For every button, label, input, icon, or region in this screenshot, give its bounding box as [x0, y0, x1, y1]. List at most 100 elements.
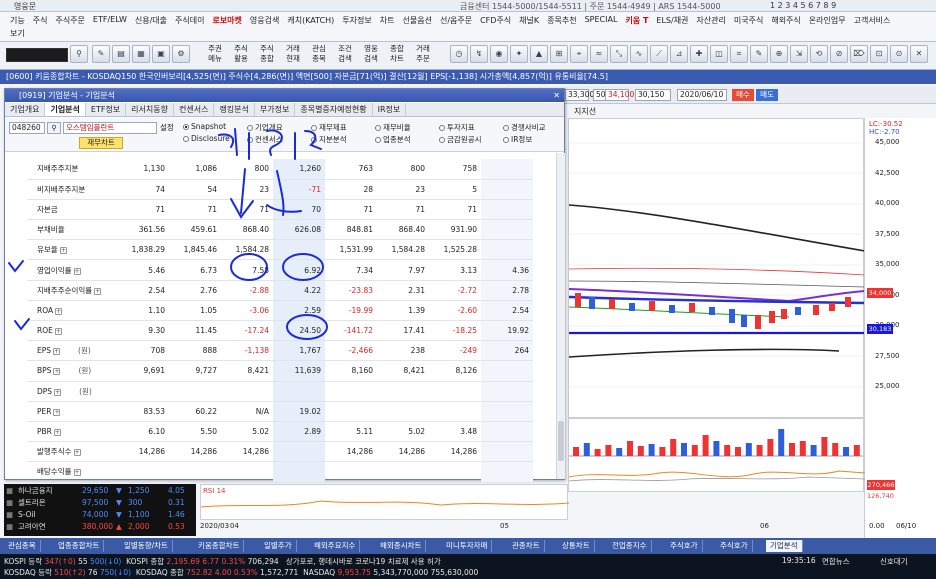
menu-item[interactable]: 투자정보: [338, 15, 375, 26]
toolbar-shortcut-button[interactable]: 종합 차트: [386, 44, 408, 66]
toolbar-shortcut-button[interactable]: 조건 검색: [334, 44, 356, 66]
indicator-chart[interactable]: [568, 456, 866, 492]
kospi-flat: 55: [78, 557, 88, 566]
chart-tool-icon[interactable]: ⟋: [650, 45, 668, 63]
candle: [669, 305, 675, 313]
menu-item[interactable]: 캐치(KATCH): [283, 15, 338, 26]
menu-item[interactable]: 기능: [6, 15, 29, 26]
main-toolbar: ⚲ ✎ ▤ ▦ ▣ ⚙ 주권 메뉴 주식 활용 주식 종합 거래 현재 관심 종목 조건 …: [0, 42, 936, 70]
taskbar-item[interactable]: 해외주요지수: [310, 540, 361, 552]
menu-item[interactable]: 자산관리: [692, 15, 729, 26]
menu-item[interactable]: 주식데이: [171, 15, 208, 26]
chart-tool-icon[interactable]: ✚: [690, 45, 708, 63]
taskbar-item[interactable]: 관종차트: [508, 540, 545, 552]
chart-tool-icon[interactable]: ⊞: [550, 45, 568, 63]
rsi-chart[interactable]: RSI 14: [200, 484, 570, 520]
price-c-field[interactable]: 30,150: [635, 89, 671, 101]
menu-item[interactable]: CFD주식: [476, 15, 515, 26]
price-a-field[interactable]: 33,300: [565, 89, 594, 101]
menu-item[interactable]: 채널K: [515, 15, 543, 26]
taskbar-item[interactable]: 주식호가: [666, 540, 703, 552]
chart-tool-icon[interactable]: ⊙: [890, 45, 908, 63]
ticker-row[interactable]: ■ 하나금융지 29,650 ▼ 1,250 4.05: [4, 486, 196, 496]
menu-item[interactable]: 신용/대출: [131, 15, 171, 26]
sell-button[interactable]: 매도: [756, 89, 778, 101]
ticker-name: 고려아연: [18, 522, 46, 531]
chart-tool-icon[interactable]: ⤡: [610, 45, 628, 63]
news-feed[interactable]: 연합뉴스: [822, 556, 850, 567]
toolbar-shortcut-button[interactable]: 주식 종합: [256, 44, 278, 66]
buy-button[interactable]: 매수: [732, 89, 754, 101]
quick-search-input[interactable]: [6, 48, 68, 62]
menu-item[interactable]: 주식: [29, 15, 52, 26]
taskbar-item[interactable]: 상통차트: [558, 540, 595, 552]
news-ticker[interactable]: 상가포로, 행데시바로 코로나19 치료제 사용 허가: [286, 557, 441, 566]
menu-item[interactable]: 고객서비스: [850, 15, 895, 26]
menu-item[interactable]: 키움 T: [621, 15, 652, 26]
chart-tool-icon[interactable]: ⌦: [850, 45, 868, 63]
menu-item[interactable]: 영웅검색: [246, 15, 283, 26]
ticker-row[interactable]: ■ 고려아연 380,000 ▲ 2,000 0.53: [4, 522, 196, 532]
menu-item[interactable]: 해외주식: [767, 15, 804, 26]
chart-tool-icon[interactable]: ⟲: [810, 45, 828, 63]
chart-tool-icon[interactable]: ✎: [750, 45, 768, 63]
chart-tool-icon[interactable]: ↯: [470, 45, 488, 63]
chart-tool-icon[interactable]: ⌗: [730, 45, 748, 63]
chart-tool-icon[interactable]: ⊿: [670, 45, 688, 63]
taskbar-item[interactable]: 키움종합차트: [194, 540, 245, 552]
taskbar-item[interactable]: 기업분석: [766, 540, 803, 552]
search-icon[interactable]: ⚲: [70, 45, 88, 63]
ticker-row[interactable]: ■ S-Oil 74,000 ▼ 1,100 1.46: [4, 510, 196, 520]
chart-tool-icon[interactable]: ⊕: [770, 45, 788, 63]
menu-item[interactable]: 선/옵주문: [436, 15, 476, 26]
taskbar-item[interactable]: 관심종목: [4, 540, 41, 552]
chart-tool-icon[interactable]: ⌖: [570, 45, 588, 63]
ticker-row[interactable]: ■ 셀트리온 97,500 ▼ 300 0.31: [4, 498, 196, 508]
menu-item[interactable]: 미국주식: [730, 15, 767, 26]
menu-item[interactable]: 차트: [376, 15, 399, 26]
window-icon[interactable]: ▣: [152, 45, 170, 63]
chart-tool-icon[interactable]: ✦: [510, 45, 528, 63]
taskbar-item[interactable]: 일별동향/차트: [120, 540, 173, 552]
folder-icon[interactable]: ▤: [112, 45, 130, 63]
toolbar-shortcut-button[interactable]: 거래 주문: [412, 44, 434, 66]
toolbar-shortcut-button[interactable]: 주식 활용: [230, 44, 252, 66]
menu-item[interactable]: 온라인업무: [805, 15, 850, 26]
menu-item[interactable]: 로보마켓: [208, 15, 245, 26]
menu-item[interactable]: ETF/ELW: [89, 15, 131, 26]
chart-tool-icon[interactable]: ◫: [710, 45, 728, 63]
chart-tool-icon[interactable]: ⇲: [790, 45, 808, 63]
taskbar-item[interactable]: 일별추가: [260, 540, 297, 552]
chart-tool-icon[interactable]: ▲: [530, 45, 548, 63]
menu-item[interactable]: SPECIAL: [581, 15, 622, 26]
chart-tool-icon[interactable]: ◉: [490, 45, 508, 63]
date-input[interactable]: 2020/06/10: [677, 89, 727, 101]
toolbar-shortcut-button[interactable]: 거래 현재: [282, 44, 304, 66]
chart-tool-icon[interactable]: ⊘: [830, 45, 848, 63]
edit-icon[interactable]: ✎: [92, 45, 110, 63]
toolbar-shortcut-button[interactable]: 관심 종목: [308, 44, 330, 66]
menu-item[interactable]: 선물옵션: [399, 15, 436, 26]
taskbar-item[interactable]: 주식호가: [716, 540, 753, 552]
menu-item[interactable]: 종목추천: [543, 15, 580, 26]
volume-chart[interactable]: [568, 418, 864, 457]
settings-icon[interactable]: ⚙: [172, 45, 190, 63]
menu-item[interactable]: 보기: [6, 28, 29, 39]
taskbar-item[interactable]: 전업종지수: [608, 540, 652, 552]
taskbar-item[interactable]: 미니투자자매: [442, 540, 493, 552]
chart-tool-icon[interactable]: ⊡: [870, 45, 888, 63]
toolbar-shortcut-button[interactable]: 주권 메뉴: [204, 44, 226, 66]
chart-tool-icon[interactable]: ✕: [910, 45, 928, 63]
chart-tool-icon[interactable]: ≈: [590, 45, 608, 63]
price-b-field[interactable]: 34,100: [605, 89, 634, 101]
price-chart[interactable]: [568, 118, 866, 418]
chart-tool-icon[interactable]: ∿: [630, 45, 648, 63]
menu-item[interactable]: ELS/채권: [652, 15, 692, 26]
toolbar-shortcut-button[interactable]: 영웅 검색: [360, 44, 382, 66]
menu-item[interactable]: 주식주문: [51, 15, 88, 26]
taskbar-item[interactable]: 업종종합차트: [54, 540, 105, 552]
layout-icon[interactable]: ▦: [132, 45, 150, 63]
kosdaq-volume: 1,572,771: [260, 568, 299, 577]
taskbar-item[interactable]: 해외종시차트: [376, 540, 427, 552]
chart-tool-icon[interactable]: ◷: [450, 45, 468, 63]
